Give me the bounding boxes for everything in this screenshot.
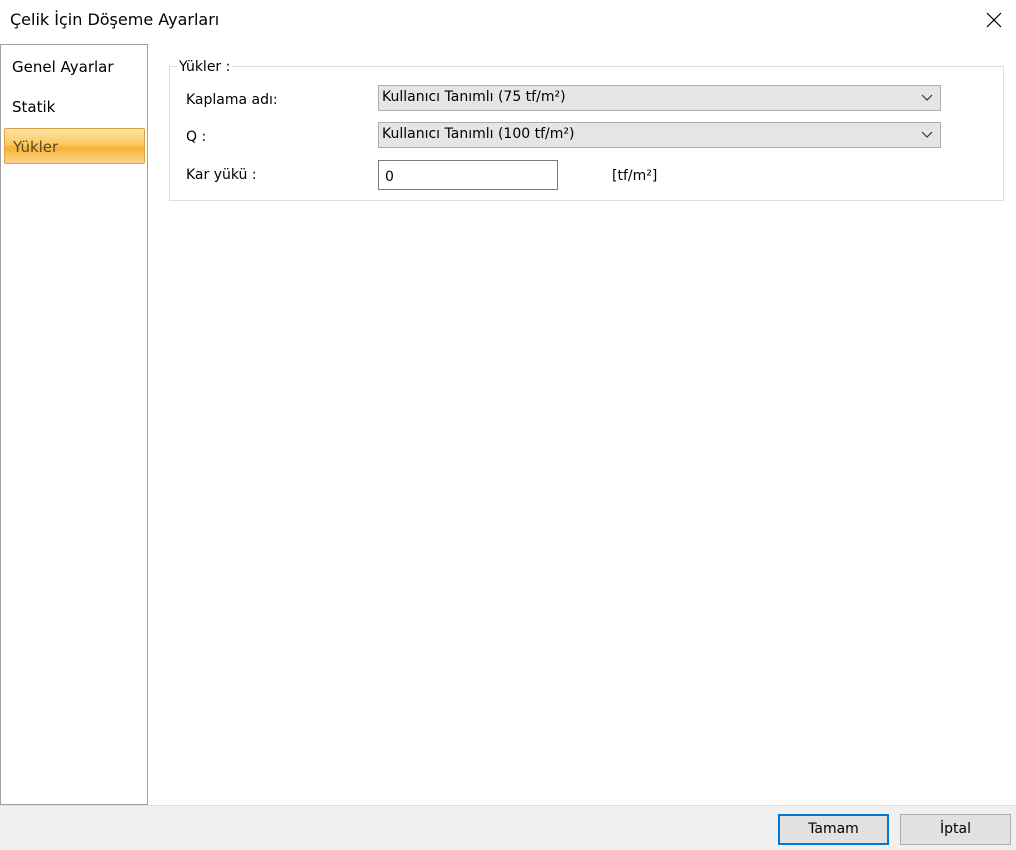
window-title: Çelik İçin Döşeme Ayarları <box>10 10 220 29</box>
cancel-button[interactable]: İptal <box>900 814 1011 845</box>
chevron-down-icon <box>921 131 933 138</box>
sidebar-item-label: Statik <box>12 98 56 116</box>
close-button[interactable] <box>978 4 1010 36</box>
coating-select-value: Kullanıcı Tanımlı (75 tf/m²) <box>382 89 566 105</box>
sidebar-item-yukler[interactable]: Yükler <box>4 128 145 164</box>
snow-load-label: Kar yükü : <box>186 167 257 183</box>
title-bar: Çelik İçin Döşeme Ayarları <box>0 0 1016 44</box>
q-select[interactable]: Kullanıcı Tanımlı (100 tf/m²) <box>378 122 941 148</box>
chevron-down-icon <box>921 94 933 101</box>
ok-button[interactable]: Tamam <box>778 814 889 845</box>
sidebar-item-label: Genel Ayarlar <box>12 58 114 76</box>
dialog-footer: Tamam İptal <box>0 805 1016 850</box>
group-title: Yükler : <box>177 59 233 75</box>
snow-load-unit: [tf/m²] <box>612 168 658 184</box>
sidebar-item-label: Yükler <box>13 138 59 156</box>
sidebar-item-statik[interactable]: Statik <box>4 89 145 125</box>
coating-label: Kaplama adı: <box>186 92 278 108</box>
settings-content: Yükler : Kaplama adı: Kullanıcı Tanımlı … <box>150 44 1016 805</box>
snow-load-input[interactable] <box>378 160 558 190</box>
q-label: Q : <box>186 129 207 145</box>
coating-select[interactable]: Kullanıcı Tanımlı (75 tf/m²) <box>378 85 941 111</box>
loads-groupbox: Yükler : Kaplama adı: Kullanıcı Tanımlı … <box>169 59 1004 201</box>
close-icon <box>986 12 1002 28</box>
sidebar-item-genel-ayarlar[interactable]: Genel Ayarlar <box>4 49 145 85</box>
q-select-value: Kullanıcı Tanımlı (100 tf/m²) <box>382 126 575 142</box>
dialog-window: Çelik İçin Döşeme Ayarları Genel Ayarlar… <box>0 0 1016 850</box>
settings-sidebar: Genel Ayarlar Statik Yükler <box>0 44 148 805</box>
